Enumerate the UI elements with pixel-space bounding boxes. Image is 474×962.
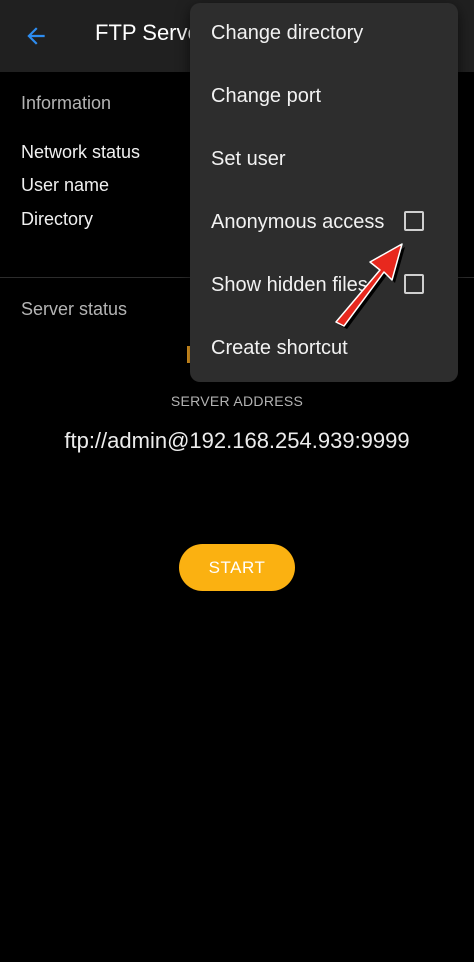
- menu-item-set-user[interactable]: Set user: [190, 129, 458, 192]
- menu-item-show-hidden-files[interactable]: Show hidden files: [190, 255, 458, 318]
- annotation-arrow-icon: [335, 243, 405, 329]
- arrow-back-icon: [27, 27, 45, 45]
- menu-item-change-port[interactable]: Change port: [190, 66, 458, 129]
- menu-item-anonymous-access[interactable]: Anonymous access: [190, 192, 458, 255]
- server-address-value: ftp://admin@192.168.254.939:9999: [64, 428, 410, 453]
- menu-item-label: Create shortcut: [211, 337, 348, 359]
- menu-item-label: Change port: [211, 85, 322, 107]
- menu-item-create-shortcut[interactable]: Create shortcut: [190, 318, 458, 381]
- start-button[interactable]: START: [179, 544, 295, 591]
- menu-item-label: Anonymous access: [211, 211, 385, 233]
- back-button[interactable]: [16, 16, 56, 56]
- menu-item-label: Set user: [211, 148, 286, 170]
- user-name-label: User name: [21, 175, 110, 195]
- directory-label: Directory: [21, 209, 94, 229]
- server-address-label: SERVER ADDRESS: [170, 393, 304, 409]
- information-heading: Information: [21, 93, 112, 113]
- menu-item-label: Change directory: [211, 22, 364, 44]
- network-status-label: Network status: [21, 142, 141, 162]
- anonymous-access-checkbox[interactable]: [404, 211, 424, 231]
- menu-item-change-directory[interactable]: Change directory: [190, 3, 458, 66]
- overflow-menu: Change directory Change port Set user An…: [190, 3, 458, 382]
- ftp-server-screen: FTP Server Information Network status Us…: [0, 0, 474, 962]
- server-status-heading: Server status: [21, 299, 128, 319]
